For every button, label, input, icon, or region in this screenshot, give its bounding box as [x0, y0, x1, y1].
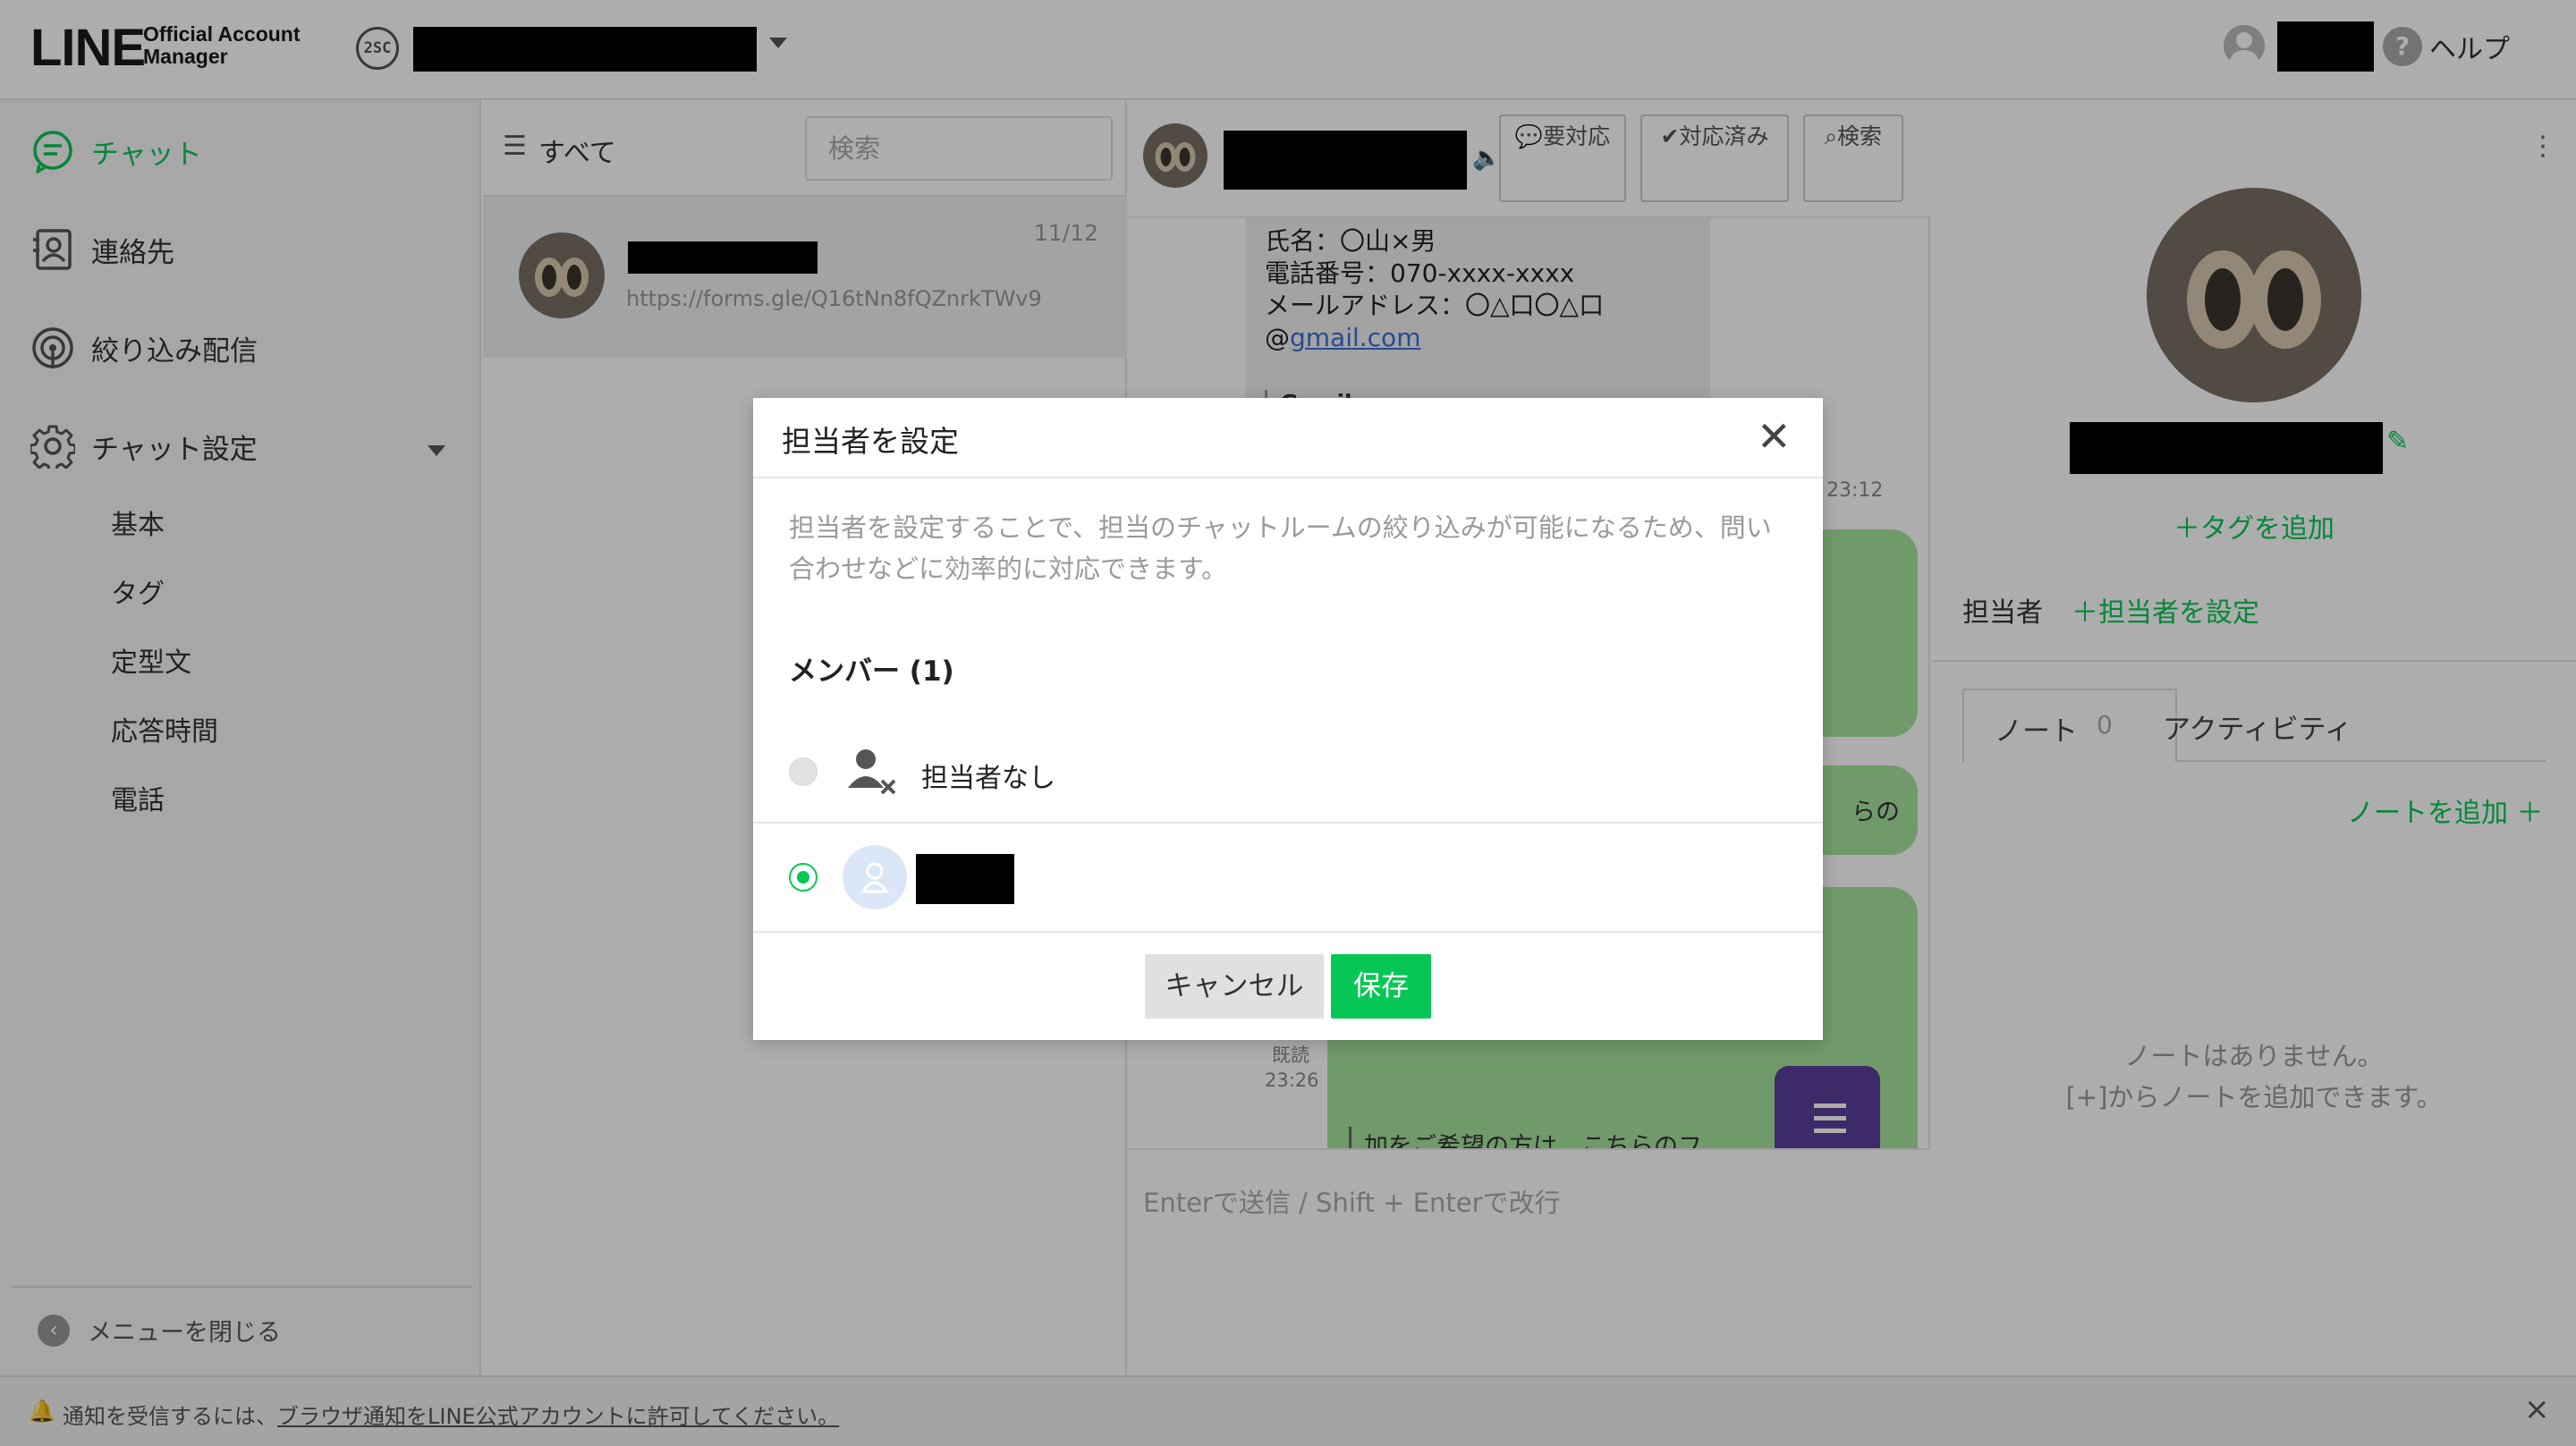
option-no-assignee[interactable]: 担当者なし — [753, 723, 1823, 820]
no-assignee-label: 担当者なし — [921, 763, 1055, 794]
option-member[interactable] — [753, 824, 1823, 934]
save-button[interactable]: 保存 — [1331, 954, 1431, 1019]
no-user-icon — [848, 749, 896, 795]
divider — [753, 477, 1823, 478]
cancel-button[interactable]: キャンセル — [1145, 954, 1324, 1019]
modal-title: 担当者を設定 — [782, 424, 959, 459]
radio-unselected[interactable] — [789, 757, 818, 786]
radio-selected[interactable] — [789, 863, 818, 892]
members-heading: メンバー (1) — [789, 655, 954, 688]
assignee-modal: 担当者を設定 ✕ 担当者を設定することで、担当のチャットルームの絞り込みが可能に… — [753, 398, 1823, 1040]
modal-description: 担当者を設定することで、担当のチャットルームの絞り込みが可能になるため、問い合わ… — [789, 512, 1772, 584]
member-name-redacted — [916, 854, 1014, 904]
radio-dot — [797, 871, 809, 884]
close-icon[interactable]: ✕ — [1757, 416, 1792, 457]
member-avatar — [843, 845, 907, 909]
divider — [753, 931, 1823, 933]
user-icon — [860, 862, 889, 893]
